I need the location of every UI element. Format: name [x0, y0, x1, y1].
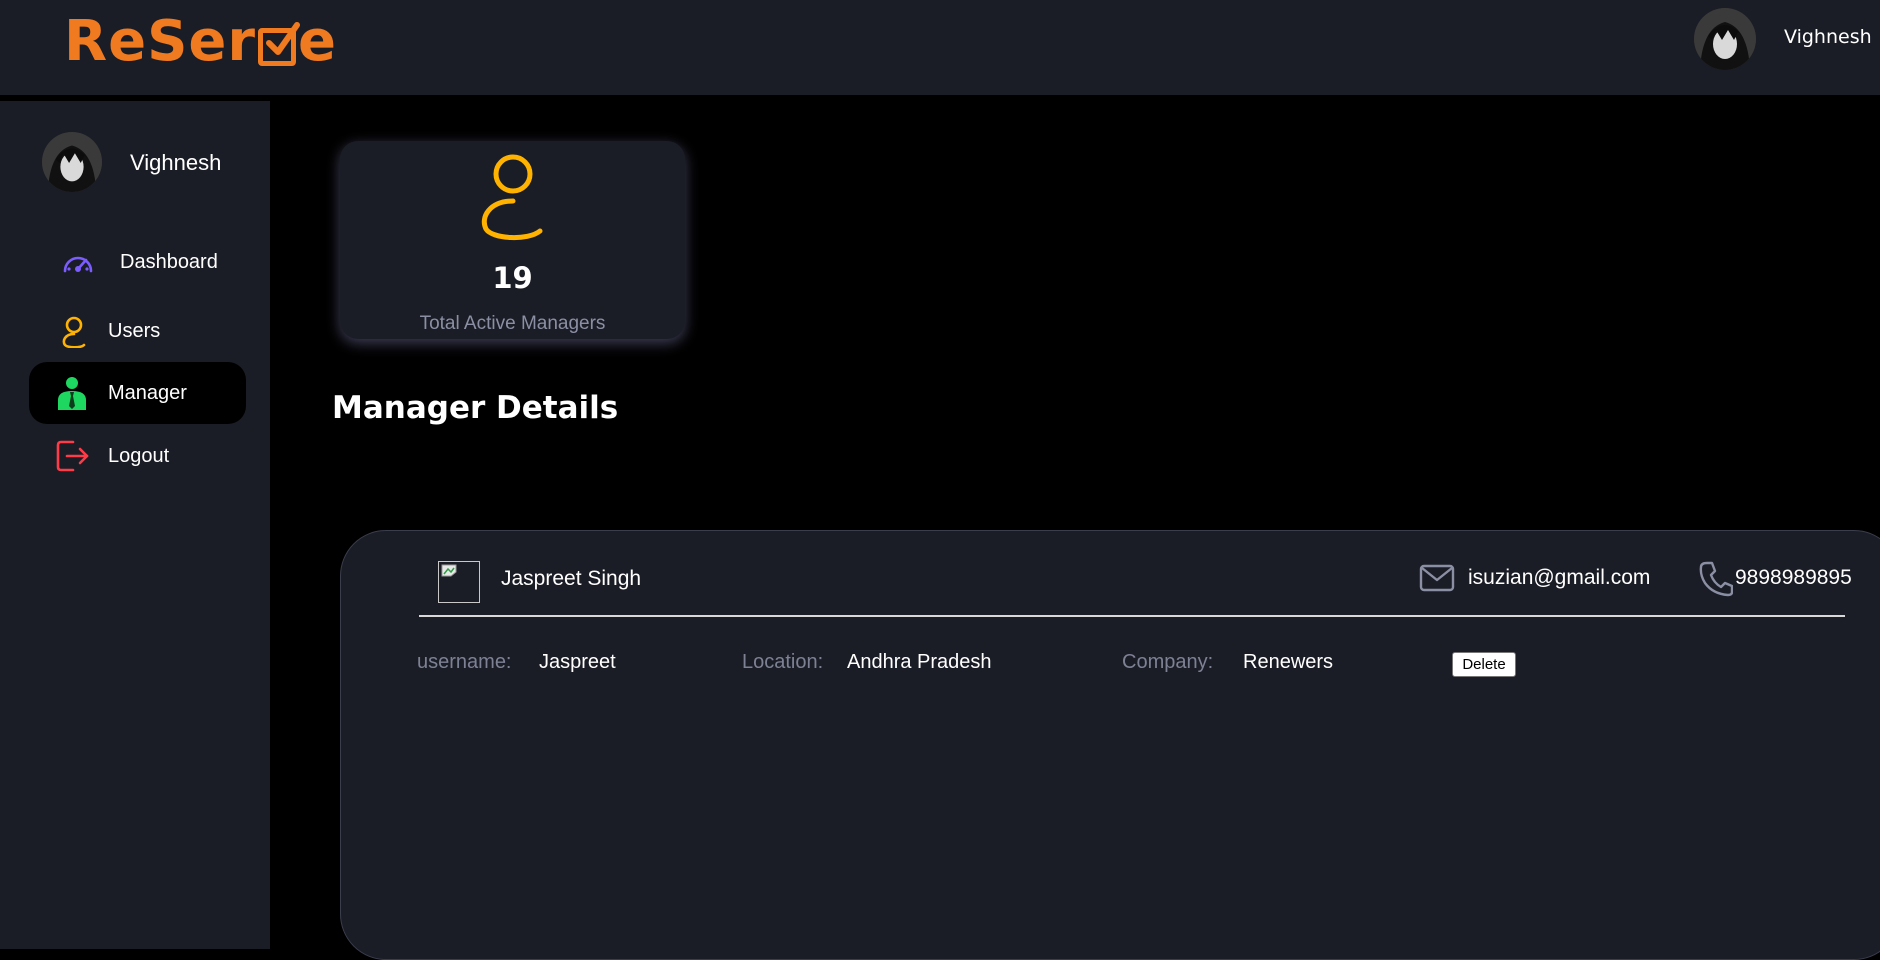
stat-card-active-managers: 19 Total Active Managers: [340, 141, 685, 339]
company-label: Company:: [1122, 651, 1214, 673]
user-icon: [62, 316, 86, 348]
user-icon: [481, 154, 543, 240]
header-user-name[interactable]: Vighnesh: [1784, 26, 1872, 48]
manager-name: Jaspreet Singh: [501, 567, 642, 590]
delete-button[interactable]: Delete: [1452, 652, 1516, 677]
sidebar-avatar[interactable]: [42, 132, 102, 192]
stat-label: Total Active Managers: [419, 313, 606, 334]
sidebar-item-users[interactable]: Users: [29, 300, 246, 362]
username-value: Jaspreet: [539, 651, 616, 673]
logo-text-end: e: [298, 8, 338, 74]
page-title: Manager Details: [332, 390, 619, 426]
sidebar: [0, 101, 270, 949]
phone-icon: [1699, 561, 1733, 597]
sidebar-item-label: Users: [108, 319, 161, 342]
sidebar-item-logout[interactable]: Logout: [29, 425, 246, 487]
location-value: Andhra Pradesh: [847, 651, 992, 673]
app-logo[interactable]: ReSer e: [64, 6, 337, 76]
sidebar-item-label: Dashboard: [120, 250, 218, 273]
divider: [419, 615, 1845, 617]
manager-icon: [58, 377, 86, 410]
mail-icon: [1419, 564, 1455, 592]
stat-value: 19: [492, 261, 533, 295]
sidebar-item-label: Logout: [108, 444, 170, 467]
manager-email: isuzian@gmail.com: [1468, 566, 1651, 589]
checkbox-logo-icon: [258, 22, 301, 66]
broken-image-icon: [438, 561, 480, 603]
logout-icon: [56, 440, 89, 472]
logo-text: ReSer: [64, 8, 257, 74]
sidebar-user-name: Vighnesh: [130, 150, 222, 175]
location-label: Location:: [742, 651, 824, 673]
manager-card: [340, 530, 1880, 960]
sidebar-item-manager[interactable]: Manager: [29, 362, 246, 424]
sidebar-item-dashboard[interactable]: Dashboard: [29, 231, 246, 293]
sidebar-item-label: Manager: [108, 381, 187, 404]
avatar[interactable]: [1694, 8, 1756, 70]
top-bar: ReSer e Vighnesh: [0, 0, 1880, 95]
manager-phone: 9898989895: [1735, 566, 1852, 589]
username-label: username:: [417, 651, 512, 673]
speedometer-icon: [63, 256, 93, 273]
company-value: Renewers: [1243, 651, 1334, 673]
